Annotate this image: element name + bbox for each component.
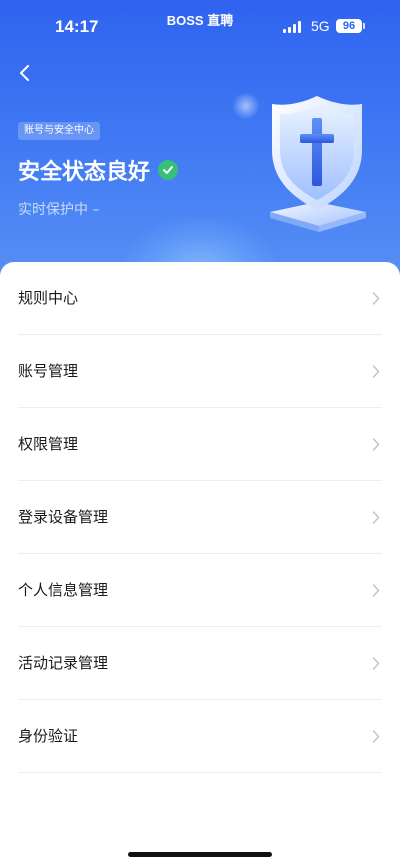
battery-icon: 96 [336,19,362,33]
chevron-right-icon [372,511,380,524]
list-item-label: 权限管理 [18,435,79,453]
list-item-label: 个人信息管理 [18,581,109,599]
protection-status: 实时保护中 – [18,202,100,218]
chevron-right-icon [372,292,380,305]
chevron-right-icon [372,584,380,597]
battery-tip [363,23,365,29]
network-type: 5G [311,18,330,34]
security-status-title: 安全状态良好 [18,160,151,185]
page-title: 安全状态良好 [18,154,179,186]
list-item-account-management[interactable]: 账号管理 [18,335,382,408]
list-item-label: 活动记录管理 [18,654,109,672]
status-bar: 14:17 BOSS 直聘 5G 96 [0,0,400,50]
chevron-right-icon [372,438,380,451]
signal-icon [283,21,303,33]
chevron-right-icon [372,657,380,670]
home-indicator [128,852,272,857]
list-item-permission-management[interactable]: 权限管理 [18,408,382,481]
header-sparkle [232,92,260,120]
security-header: 14:17 BOSS 直聘 5G 96 账号与安全中心 安全状态良好 实时保护中… [0,0,400,300]
settings-list: 规则中心 账号管理 权限管理 登录设备管理 个人信息管理 活动记录管理 身份验证 [0,262,400,866]
check-circle-icon [158,160,179,180]
shield-icon [270,96,366,232]
list-item-identity-verification[interactable]: 身份验证 [18,700,382,773]
list-item-activity-log-management[interactable]: 活动记录管理 [18,627,382,700]
list-item-label: 规则中心 [18,289,79,307]
list-item-login-device-management[interactable]: 登录设备管理 [18,481,382,554]
back-button[interactable] [12,60,38,86]
list-item-personal-info-management[interactable]: 个人信息管理 [18,554,382,627]
chevron-right-icon [372,730,380,743]
list-item-label: 登录设备管理 [18,508,109,526]
list-item-label: 账号管理 [18,362,79,380]
chevron-left-icon [20,65,29,81]
chevron-right-icon [372,365,380,378]
list-item-label: 身份验证 [18,727,79,745]
security-center-badge: 账号与安全中心 [18,122,100,140]
list-item-rules-center[interactable]: 规则中心 [18,262,382,335]
